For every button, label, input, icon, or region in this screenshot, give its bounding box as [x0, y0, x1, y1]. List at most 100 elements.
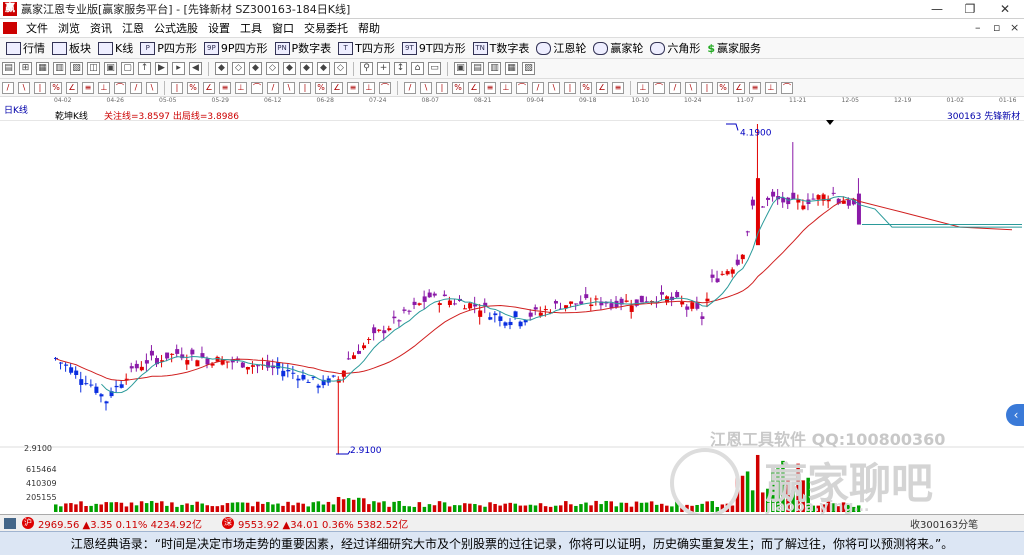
- analysis-tool-icon[interactable]: ≡: [347, 81, 359, 94]
- analysis-tool-icon[interactable]: ≡: [484, 81, 496, 94]
- maximize-button[interactable]: ❐: [955, 0, 985, 18]
- analysis-tool-icon[interactable]: ⊥: [363, 81, 375, 94]
- analysis-tool-icon[interactable]: ∠: [331, 81, 343, 94]
- status-grid-icon[interactable]: [4, 517, 16, 529]
- analysis-tool-icon[interactable]: ⌒: [781, 81, 793, 94]
- analysis-tool-icon[interactable]: ⊥: [98, 81, 110, 94]
- analysis-tool-icon[interactable]: \: [18, 81, 30, 94]
- draw-tool-icon[interactable]: ▭: [428, 62, 441, 75]
- t-square-button[interactable]: T T四方形: [338, 40, 395, 56]
- analysis-tool-icon[interactable]: ⌒: [379, 81, 391, 94]
- draw-tool-icon[interactable]: ⚲: [360, 62, 373, 75]
- menu-tools[interactable]: 工具: [235, 20, 267, 36]
- market-button[interactable]: 行情: [6, 40, 45, 56]
- analysis-tool-icon[interactable]: /: [532, 81, 544, 94]
- analysis-tool-icon[interactable]: \: [420, 81, 432, 94]
- menu-help[interactable]: 帮助: [353, 20, 385, 36]
- draw-tool-icon[interactable]: ◫: [87, 62, 100, 75]
- analysis-tool-icon[interactable]: /: [2, 81, 14, 94]
- analysis-tool-icon[interactable]: ⊥: [500, 81, 512, 94]
- analysis-tool-icon[interactable]: ⊥: [765, 81, 777, 94]
- draw-tool-icon[interactable]: ▸: [172, 62, 185, 75]
- analysis-tool-icon[interactable]: |: [171, 81, 183, 94]
- menu-gann[interactable]: 江恩: [117, 20, 149, 36]
- minimize-button[interactable]: —: [922, 0, 952, 18]
- sz-index-text[interactable]: 9553.92 ▲34.01 0.36% 5382.52亿: [238, 516, 408, 531]
- analysis-tool-icon[interactable]: \: [283, 81, 295, 94]
- side-expand-button[interactable]: ‹: [1006, 404, 1024, 426]
- draw-tool-icon[interactable]: ▣: [454, 62, 467, 75]
- draw-tool-icon[interactable]: ▣: [104, 62, 117, 75]
- t-table-button[interactable]: TN T数字表: [472, 40, 529, 56]
- close-button[interactable]: ✕: [990, 0, 1020, 18]
- menu-settings[interactable]: 设置: [203, 20, 235, 36]
- menu-formula[interactable]: 公式选股: [149, 20, 203, 36]
- analysis-tool-icon[interactable]: %: [580, 81, 592, 94]
- analysis-tool-icon[interactable]: %: [717, 81, 729, 94]
- draw-tool-icon[interactable]: ▥: [53, 62, 66, 75]
- analysis-tool-icon[interactable]: %: [187, 81, 199, 94]
- draw-tool-icon[interactable]: +: [377, 62, 390, 75]
- doc-restore-icon[interactable]: ▫: [993, 21, 1000, 34]
- analysis-tool-icon[interactable]: ⌒: [653, 81, 665, 94]
- analysis-tool-icon[interactable]: ∠: [733, 81, 745, 94]
- p-table-button[interactable]: PN P数字表: [274, 40, 331, 56]
- analysis-tool-icon[interactable]: ≡: [219, 81, 231, 94]
- 9p-square-button[interactable]: 9P 9P四方形: [203, 40, 268, 56]
- menu-window[interactable]: 窗口: [267, 20, 299, 36]
- analysis-tool-icon[interactable]: ⌒: [516, 81, 528, 94]
- draw-tool-icon[interactable]: ▥: [488, 62, 501, 75]
- menu-file[interactable]: 文件: [21, 20, 53, 36]
- analysis-tool-icon[interactable]: ∠: [468, 81, 480, 94]
- draw-tool-icon[interactable]: ⊞: [19, 62, 32, 75]
- analysis-tool-icon[interactable]: ∠: [596, 81, 608, 94]
- analysis-tool-icon[interactable]: |: [564, 81, 576, 94]
- draw-tool-icon[interactable]: ◆: [300, 62, 313, 75]
- menu-browse[interactable]: 浏览: [53, 20, 85, 36]
- draw-tool-icon[interactable]: ▤: [471, 62, 484, 75]
- draw-tool-icon[interactable]: ▧: [522, 62, 535, 75]
- draw-tool-icon[interactable]: ▦: [505, 62, 518, 75]
- analysis-tool-icon[interactable]: %: [50, 81, 62, 94]
- analysis-tool-icon[interactable]: ≡: [612, 81, 624, 94]
- analysis-tool-icon[interactable]: %: [452, 81, 464, 94]
- draw-tool-icon[interactable]: ▤: [2, 62, 15, 75]
- analysis-tool-icon[interactable]: ⌒: [114, 81, 126, 94]
- analysis-tool-icon[interactable]: \: [146, 81, 158, 94]
- menu-info[interactable]: 资讯: [85, 20, 117, 36]
- analysis-tool-icon[interactable]: /: [669, 81, 681, 94]
- draw-tool-icon[interactable]: ▦: [36, 62, 49, 75]
- draw-tool-icon[interactable]: ◇: [232, 62, 245, 75]
- analysis-tool-icon[interactable]: ∠: [66, 81, 78, 94]
- draw-tool-icon[interactable]: ▶: [155, 62, 168, 75]
- analysis-tool-icon[interactable]: |: [701, 81, 713, 94]
- draw-tool-icon[interactable]: ▧: [70, 62, 83, 75]
- analysis-tool-icon[interactable]: \: [685, 81, 697, 94]
- analysis-tool-icon[interactable]: |: [34, 81, 46, 94]
- draw-tool-icon[interactable]: ↕: [394, 62, 407, 75]
- hexagon-button[interactable]: 六角形: [650, 40, 700, 56]
- analysis-tool-icon[interactable]: /: [404, 81, 416, 94]
- analysis-tool-icon[interactable]: /: [130, 81, 142, 94]
- sh-index-text[interactable]: 2969.56 ▲3.35 0.11% 4234.92亿: [38, 516, 202, 531]
- analysis-tool-icon[interactable]: |: [436, 81, 448, 94]
- draw-tool-icon[interactable]: ◀: [189, 62, 202, 75]
- draw-tool-icon[interactable]: ◇: [266, 62, 279, 75]
- service-button[interactable]: $ 赢家服务: [707, 40, 761, 56]
- winner-wheel-button[interactable]: 赢家轮: [593, 40, 643, 56]
- draw-tool-icon[interactable]: ◆: [317, 62, 330, 75]
- analysis-tool-icon[interactable]: ⊥: [235, 81, 247, 94]
- draw-tool-icon[interactable]: ⌂: [411, 62, 424, 75]
- tick-detail-link[interactable]: 收300163分笔: [910, 516, 978, 531]
- p-square-button[interactable]: P P四方形: [140, 40, 197, 56]
- gann-wheel-button[interactable]: 江恩轮: [536, 40, 586, 56]
- analysis-tool-icon[interactable]: ⌒: [251, 81, 263, 94]
- draw-tool-icon[interactable]: ◆: [249, 62, 262, 75]
- analysis-tool-icon[interactable]: /: [267, 81, 279, 94]
- sector-button[interactable]: 板块: [52, 40, 91, 56]
- doc-minimize-icon[interactable]: –: [975, 21, 981, 34]
- analysis-tool-icon[interactable]: ≡: [749, 81, 761, 94]
- menu-trade[interactable]: 交易委托: [299, 20, 353, 36]
- analysis-tool-icon[interactable]: ∠: [203, 81, 215, 94]
- doc-close-icon[interactable]: ×: [1010, 21, 1019, 34]
